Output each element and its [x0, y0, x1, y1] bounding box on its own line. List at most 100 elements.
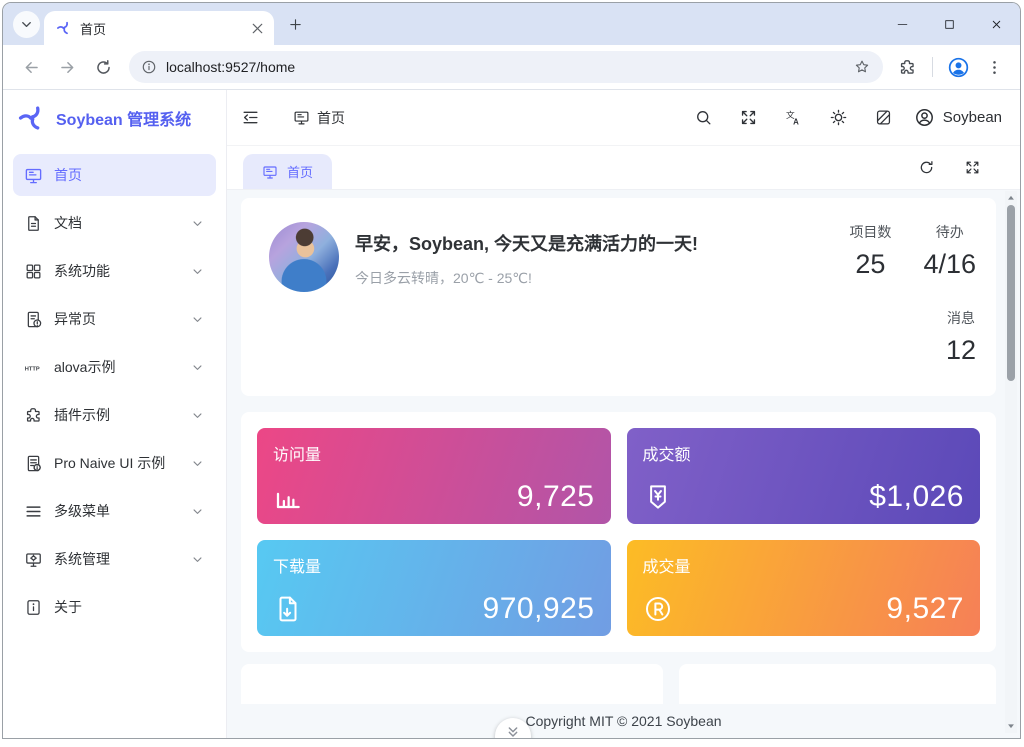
search-button[interactable] — [681, 90, 726, 146]
user-avatar-image — [269, 222, 339, 292]
registered-icon — [643, 594, 673, 624]
site-info-icon[interactable] — [141, 59, 157, 75]
address-bar[interactable]: localhost:9527/home — [129, 51, 883, 83]
sidebar-item-func[interactable]: 系统功能 — [13, 250, 216, 292]
sidebar-item-naive[interactable]: Pro Naive UI 示例 — [13, 442, 216, 484]
soybean-logo-icon — [17, 103, 47, 133]
stat-card-label: 访问量 — [273, 441, 595, 465]
tab-search-button[interactable] — [13, 11, 40, 38]
tab-home-label: 首页 — [287, 162, 313, 181]
stat-card-value: 9,527 — [886, 594, 964, 624]
stat-label: 项目数 — [849, 222, 891, 242]
back-button[interactable] — [13, 49, 49, 85]
chevron-down-icon — [190, 552, 205, 567]
bottom-cards-row — [241, 664, 996, 704]
close-button[interactable] — [973, 3, 1020, 45]
back-icon — [22, 58, 41, 77]
maximize-button[interactable] — [926, 3, 973, 45]
sidebar-item-label: 系统功能 — [54, 261, 179, 281]
stat-cards-panel: 访问量9,725成交额$1,026下载量970,925成交量9,527 — [241, 412, 996, 652]
page-scrollbar[interactable] — [1005, 191, 1017, 733]
close-icon — [990, 18, 1003, 31]
tabbar-actions — [908, 145, 1020, 189]
maximize-icon — [943, 18, 956, 31]
breadcrumb-label: 首页 — [317, 108, 345, 128]
forward-button[interactable] — [49, 49, 85, 85]
stat-card-3: 成交量9,527 — [627, 540, 981, 636]
chevron-down-icon — [190, 264, 205, 279]
scrollbar-down-icon[interactable] — [1006, 721, 1016, 731]
sidebar-item-about[interactable]: 关于 — [13, 586, 216, 628]
double-chevron-down-icon — [505, 724, 521, 739]
new-tab-button[interactable] — [282, 11, 308, 37]
monitor-icon — [24, 166, 43, 185]
sidebar-item-alova[interactable]: HTTPalova示例 — [13, 346, 216, 388]
refresh-icon — [918, 159, 935, 176]
theme-config-button[interactable] — [861, 90, 906, 146]
toolbar-right — [891, 51, 1010, 83]
window-controls — [879, 3, 1020, 45]
yuan-badge-icon — [643, 482, 673, 512]
browser-tab[interactable]: 首页 — [44, 11, 274, 45]
naive-doc-icon — [24, 454, 43, 473]
sidebar-collapse-button[interactable] — [227, 90, 273, 146]
sidebar-item-label: alova示例 — [54, 357, 179, 377]
fullscreen-icon — [739, 108, 758, 127]
kebab-menu-icon — [985, 58, 1004, 77]
scrollbar-thumb[interactable] — [1007, 205, 1015, 381]
stat-card-2: 下载量970,925 — [257, 540, 611, 636]
theme-mode-button[interactable] — [816, 90, 861, 146]
extensions-puzzle-icon — [898, 58, 917, 77]
minimize-icon — [896, 18, 909, 31]
sidebar-item-docs[interactable]: 文档 — [13, 202, 216, 244]
url-text[interactable]: localhost:9527/home — [166, 59, 844, 75]
browser-tabstrip: 首页 — [3, 3, 1020, 45]
stat-label: 待办 — [923, 222, 976, 242]
welcome-stat: 待办4/16 — [923, 222, 976, 280]
plus-icon — [288, 17, 303, 32]
tab-home[interactable]: 首页 — [243, 154, 332, 189]
chevron-down-icon — [190, 360, 205, 375]
browser-tab-title: 首页 — [80, 19, 241, 38]
sidebar-item-plugin[interactable]: 插件示例 — [13, 394, 216, 436]
search-icon — [694, 108, 713, 127]
content-fullscreen-button[interactable] — [954, 145, 990, 189]
sidebar-item-home[interactable]: 首页 — [13, 154, 216, 196]
user-menu[interactable]: Soybean — [906, 90, 1016, 146]
sidebar-item-multi[interactable]: 多级菜单 — [13, 490, 216, 532]
profile-button[interactable] — [942, 51, 974, 83]
stat-value: 25 — [849, 249, 891, 280]
extensions-button[interactable] — [891, 51, 923, 83]
reload-icon — [94, 58, 113, 77]
soybean-favicon-icon — [56, 20, 72, 36]
translate-icon: 文A — [784, 108, 803, 127]
browser-menu-button[interactable] — [978, 51, 1010, 83]
refresh-tab-button[interactable] — [908, 145, 944, 189]
brand[interactable]: Soybean 管理系统 — [3, 90, 226, 146]
language-button[interactable]: 文A — [771, 90, 816, 146]
stat-value: 12 — [946, 335, 976, 366]
bookmark-star-icon[interactable] — [853, 58, 871, 76]
user-name: Soybean — [943, 109, 1002, 126]
tab-close-icon[interactable] — [249, 20, 266, 37]
page: Soybean 管理系统 首页文档系统功能异常页 HTTPalova示例插件示例 P… — [3, 90, 1020, 738]
fullscreen-button[interactable] — [726, 90, 771, 146]
sidebar-item-manage[interactable]: 系统管理 — [13, 538, 216, 580]
lines-icon — [24, 502, 43, 521]
reload-button[interactable] — [85, 49, 121, 85]
breadcrumb[interactable]: 首页 — [293, 108, 345, 128]
user-avatar-icon — [914, 107, 935, 128]
stat-card-value: $1,026 — [869, 482, 964, 512]
app-header: 首页 文A Soybean — [227, 90, 1020, 146]
welcome-greeting: 早安，Soybean, 今天又是充满活力的一天! — [355, 230, 698, 256]
sidebar-item-except[interactable]: 异常页 — [13, 298, 216, 340]
exception-icon — [24, 310, 43, 329]
scrollbar-up-icon[interactable] — [1006, 193, 1016, 203]
minimize-button[interactable] — [879, 3, 926, 45]
docs-icon — [24, 214, 43, 233]
sidebar-item-label: 异常页 — [54, 309, 179, 329]
svg-text:A: A — [793, 118, 799, 127]
welcome-card: 早安，Soybean, 今天又是充满活力的一天! 今日多云转晴，20℃ - 25… — [241, 198, 996, 396]
stat-card-0: 访问量9,725 — [257, 428, 611, 524]
welcome-stat: 项目数 25 — [849, 222, 891, 280]
